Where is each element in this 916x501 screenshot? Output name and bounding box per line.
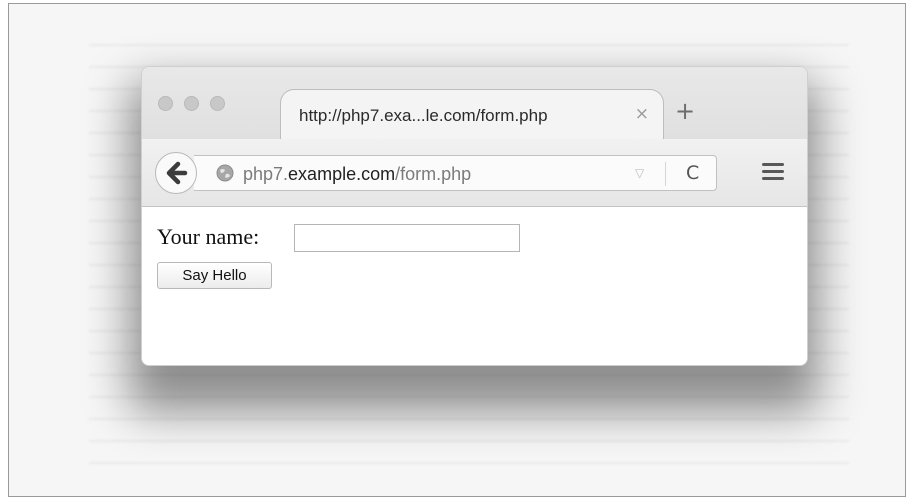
new-tab-icon[interactable]: +	[675, 99, 695, 123]
browser-window: http://php7.exa...le.com/form.php × + ph…	[141, 66, 808, 366]
hamburger-menu-icon[interactable]	[762, 163, 784, 183]
tab-title: http://php7.exa...le.com/form.php	[299, 106, 548, 125]
url-host: example.com	[288, 164, 396, 184]
url-path: /form.php	[395, 164, 472, 184]
zoom-window-dot[interactable]	[210, 96, 225, 111]
page-content: Your name: Say Hello	[142, 207, 807, 365]
figure-frame: http://php7.exa...le.com/form.php × + ph…	[8, 3, 906, 497]
tab-close-icon[interactable]: ×	[635, 104, 649, 124]
reload-icon[interactable]: C	[686, 162, 699, 184]
menu-line	[762, 170, 784, 173]
navigation-bar: php7.example.com/form.php ▽ C	[142, 139, 807, 207]
url-bar-divider	[665, 162, 666, 186]
close-window-dot[interactable]	[158, 96, 173, 111]
globe-icon	[216, 164, 234, 182]
menu-line	[762, 163, 784, 166]
url-dropdown-icon[interactable]: ▽	[635, 166, 644, 180]
url-prefix: php7.	[243, 164, 289, 184]
url-text: php7.example.com/form.php	[243, 164, 471, 185]
name-label: Your name:	[157, 224, 260, 249]
minimize-window-dot[interactable]	[184, 96, 199, 111]
title-bar: http://php7.exa...le.com/form.php × +	[142, 67, 807, 139]
menu-line	[762, 177, 784, 180]
back-button[interactable]	[155, 152, 197, 194]
browser-tab[interactable]: http://php7.exa...le.com/form.php ×	[280, 89, 664, 139]
say-hello-button[interactable]: Say Hello	[157, 262, 272, 289]
name-input[interactable]	[294, 224, 520, 252]
back-arrow-icon	[166, 161, 188, 185]
url-bar[interactable]: php7.example.com/form.php ▽ C	[194, 155, 717, 191]
